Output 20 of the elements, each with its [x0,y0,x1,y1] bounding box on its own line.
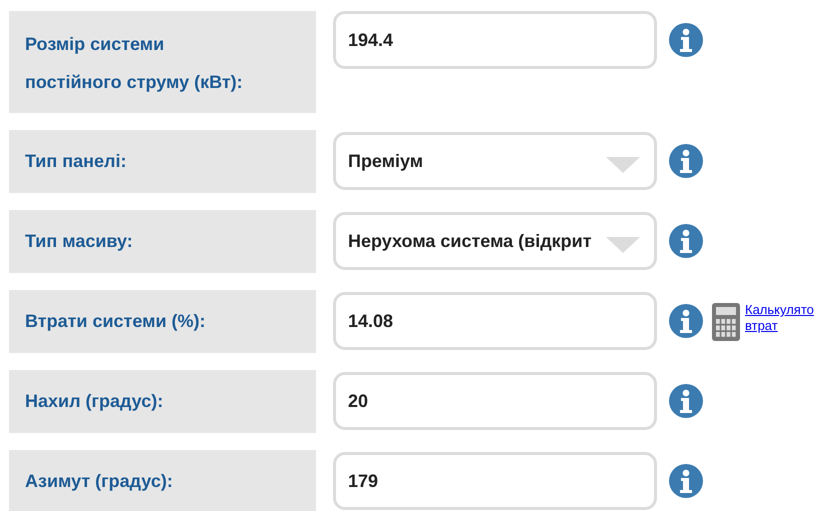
info-icon[interactable] [669,304,703,338]
input-field[interactable]: 20 [333,372,657,430]
field-label: Азимут (градус): [9,450,316,511]
info-icon[interactable] [669,384,703,418]
calculator-icon[interactable] [712,303,740,341]
info-icon[interactable] [669,224,703,258]
info-icon[interactable] [669,464,703,498]
dropdown-field[interactable]: Преміум [333,132,657,190]
info-icon[interactable] [669,23,703,57]
field-label: Розмір системи постійного струму (кВт): [9,11,316,113]
info-icon[interactable] [669,144,703,178]
field-label: Нахил (градус): [9,370,316,433]
calculator-link[interactable]: Калькулято втрат [745,302,827,334]
input-field[interactable]: 179 [333,452,657,510]
input-field[interactable]: 194.4 [333,11,657,69]
dropdown-field[interactable]: Нерухома система (відкрит [333,212,657,270]
field-label: Тип панелі: [9,130,316,193]
input-field[interactable]: 14.08 [333,292,657,350]
field-label: Втрати системи (%): [9,290,316,353]
field-label: Тип масиву: [9,210,316,273]
